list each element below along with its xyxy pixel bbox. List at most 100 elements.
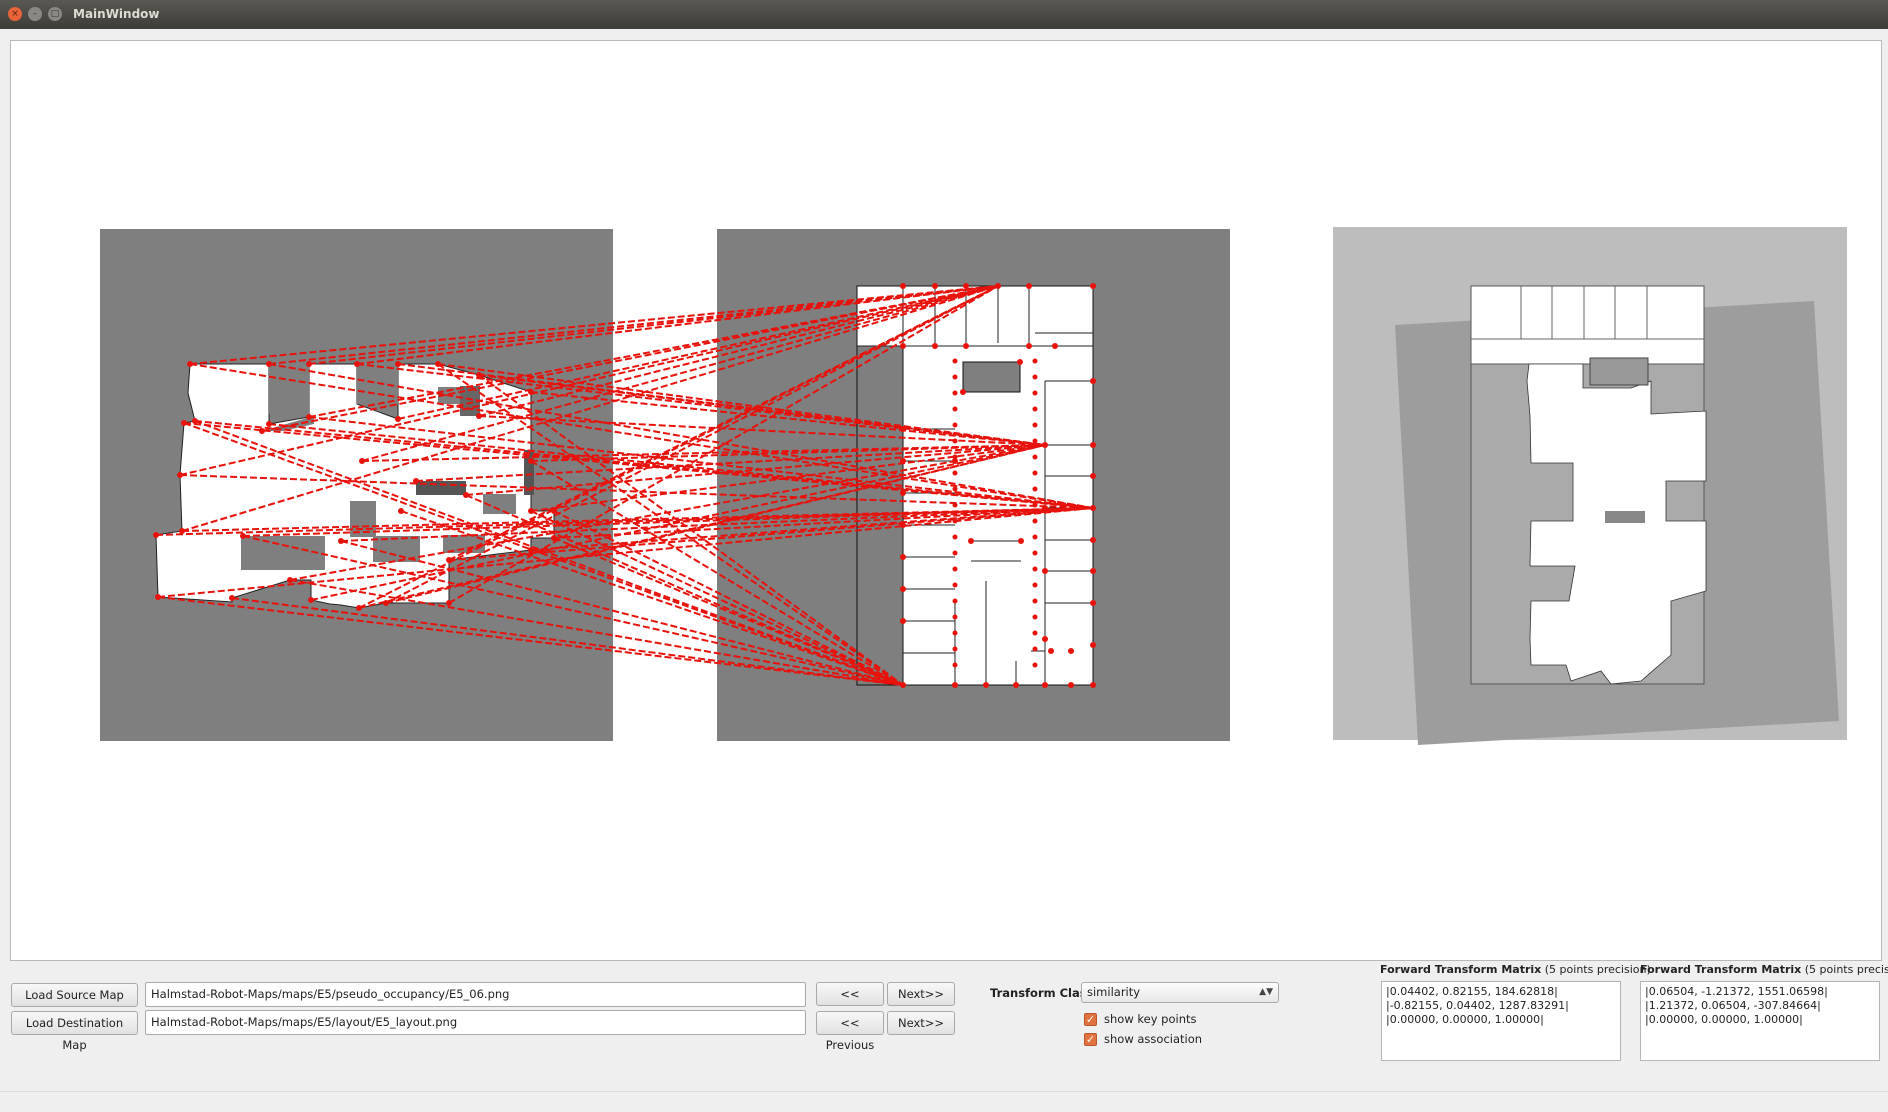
matrix-1-precision: (5 points precision) (1544, 963, 1651, 976)
minimize-icon[interactable]: – (28, 7, 42, 21)
key-point (900, 554, 906, 560)
key-point (1032, 454, 1038, 460)
key-point (187, 361, 193, 367)
key-point (1068, 682, 1074, 688)
key-point (952, 486, 958, 492)
key-point (900, 458, 906, 464)
matrix-1-row: |0.00000, 0.00000, 1.00000| (1386, 1013, 1544, 1026)
key-point (983, 682, 989, 688)
key-point (1032, 502, 1038, 508)
key-point (1032, 470, 1038, 476)
key-point (1032, 358, 1038, 364)
destination-previous-button[interactable]: << Previous (816, 1011, 884, 1052)
transform-class-select[interactable]: similarity ▲▼ (1081, 982, 1279, 1003)
key-point (240, 533, 246, 539)
key-point (952, 566, 958, 572)
key-point (952, 454, 958, 460)
key-point (952, 534, 958, 540)
show-key-points-checkbox[interactable]: ✓ (1084, 1013, 1097, 1026)
key-point (435, 361, 441, 367)
key-point (1032, 518, 1038, 524)
key-point (1026, 283, 1032, 289)
map-view-canvas[interactable] (10, 40, 1882, 961)
key-point (476, 413, 482, 419)
key-point (900, 682, 906, 688)
close-icon[interactable]: × (8, 7, 22, 21)
key-point (1032, 374, 1038, 380)
key-point (551, 508, 557, 514)
key-point (463, 492, 469, 498)
key-point (952, 550, 958, 556)
key-point (952, 374, 958, 380)
show-association-checkbox[interactable]: ✓ (1084, 1033, 1097, 1046)
key-point (1090, 473, 1096, 479)
matrix-1-row: |0.04402, 0.82155, 184.62818| (1386, 985, 1558, 998)
source-next-button[interactable]: Next>> (887, 982, 955, 1006)
key-point (900, 522, 906, 528)
key-point (1090, 682, 1096, 688)
source-previous-button[interactable]: << Previous (816, 982, 884, 1023)
key-point (338, 538, 344, 544)
matrix-1-row: |-0.82155, 0.04402, 1287.83291| (1386, 999, 1569, 1012)
key-point (528, 389, 534, 395)
key-point (952, 582, 958, 588)
key-point (528, 458, 534, 464)
key-point (1032, 646, 1038, 652)
key-point (266, 361, 272, 367)
key-point (1042, 636, 1048, 642)
key-point (398, 508, 404, 514)
key-point (395, 416, 401, 422)
key-point (952, 598, 958, 604)
key-point (963, 283, 969, 289)
matrix-1-title: Forward Transform Matrix (1380, 963, 1542, 976)
key-point (900, 586, 906, 592)
source-path-field[interactable]: Halmstad-Robot-Maps/maps/E5/pseudo_occup… (145, 982, 806, 1007)
key-point (952, 470, 958, 476)
key-point (900, 283, 906, 289)
overlay-result-panel (1333, 227, 1847, 745)
key-point (359, 458, 365, 464)
key-point (528, 547, 534, 553)
destination-path-field[interactable]: Halmstad-Robot-Maps/maps/E5/layout/E5_la… (145, 1010, 806, 1035)
key-point (1032, 406, 1038, 412)
key-point (963, 343, 969, 349)
key-point (1090, 568, 1096, 574)
key-point (395, 361, 401, 367)
title-bar: × – □ MainWindow (0, 0, 1888, 29)
key-point (1042, 442, 1048, 448)
transform-class-value: similarity (1087, 985, 1141, 999)
key-point (1032, 486, 1038, 492)
maximize-icon[interactable]: □ (48, 7, 62, 21)
key-point (1032, 566, 1038, 572)
matrix-1-text[interactable]: |0.04402, 0.82155, 184.62818| |-0.82155,… (1381, 981, 1621, 1061)
key-point (900, 343, 906, 349)
load-source-map-button[interactable]: Load Source Map (11, 983, 138, 1007)
key-point (900, 490, 906, 496)
show-key-points-label: show key points (1104, 1012, 1197, 1026)
key-point (1068, 648, 1074, 654)
key-point (995, 283, 1001, 289)
destination-next-button[interactable]: Next>> (887, 1011, 955, 1035)
key-point (1090, 442, 1096, 448)
key-point (356, 605, 362, 611)
key-point (1017, 359, 1023, 365)
key-point (952, 518, 958, 524)
key-point (1032, 598, 1038, 604)
key-point (900, 426, 906, 432)
matrix-2-title: Forward Transform Matrix (1640, 963, 1802, 976)
key-point (446, 600, 452, 606)
key-point (952, 682, 958, 688)
transform-class-label: Transform Class (990, 986, 1094, 1000)
matrix-2-text[interactable]: |0.06504, -1.21372, 1551.06598| |1.21372… (1640, 981, 1880, 1061)
load-destination-map-button[interactable]: Load Destination Map (11, 1011, 138, 1052)
key-point (1042, 682, 1048, 688)
key-point (446, 557, 452, 563)
key-point (155, 594, 161, 600)
key-point (960, 389, 966, 395)
key-point (1048, 648, 1054, 654)
key-point (306, 361, 312, 367)
key-point (306, 414, 312, 420)
key-point (181, 420, 187, 426)
key-point (1018, 538, 1024, 544)
key-point (259, 428, 265, 434)
